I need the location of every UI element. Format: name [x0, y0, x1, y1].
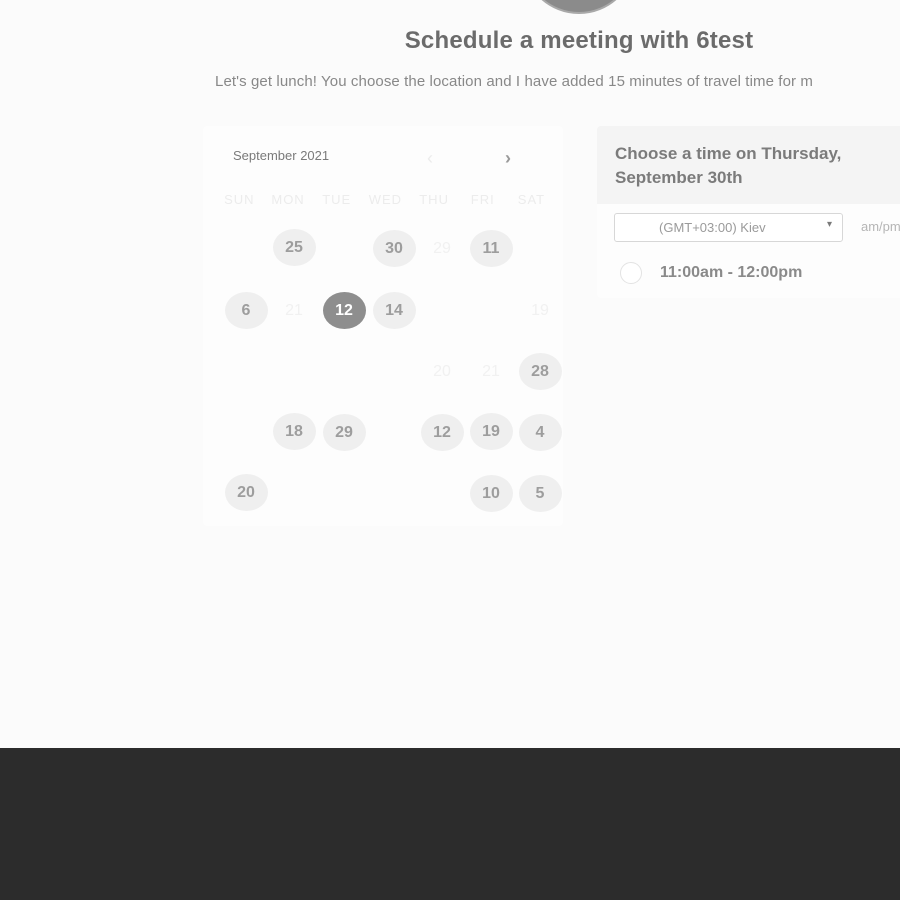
calendar-day[interactable]: 18 [272, 412, 316, 450]
calendar-day[interactable]: 12 [322, 291, 366, 329]
weekday-label: FRI [470, 192, 495, 207]
meeting-description: Let's get lunch! You choose the location… [215, 73, 813, 90]
calendar-day[interactable]: 20 [224, 473, 268, 511]
page-title: Schedule a meeting with 6test [404, 27, 754, 54]
calendar-day[interactable]: 4 [518, 413, 562, 451]
host-avatar [522, 0, 636, 14]
weekday-header: SUN MON TUE WED THU FRI SAT [215, 192, 556, 207]
calendar-day: 20 [433, 362, 451, 380]
calendar-day[interactable]: 30 [372, 229, 416, 267]
calendar-day[interactable]: 25 [272, 228, 316, 266]
time-slot-radio[interactable] [620, 262, 642, 284]
weekday-label: WED [368, 192, 403, 207]
weekday-label: SAT [517, 192, 546, 207]
timezone-value: (GMT+03:00) Kiev [659, 220, 766, 235]
caret-down-icon: ▾ [826, 219, 832, 230]
calendar-day[interactable]: 28 [518, 352, 562, 390]
calendar-day[interactable]: 19 [469, 412, 513, 450]
time-slot-label: 11:00am - 12:00pm [660, 264, 803, 281]
calendar-day[interactable]: 12 [420, 413, 464, 451]
calendar-day: 29 [433, 239, 451, 257]
time-selection-panel: Choose a time on Thursday, September 30t… [597, 126, 900, 298]
calendar-day[interactable]: 5 [518, 474, 562, 512]
time-panel-header: Choose a time on Thursday, September 30t… [597, 126, 900, 204]
timezone-select[interactable]: (GMT+03:00) Kiev ▾ [614, 213, 843, 242]
weekday-label: SUN [224, 192, 255, 207]
calendar-day: 21 [285, 301, 303, 319]
time-panel-title: Choose a time on Thursday, September 30t… [615, 144, 842, 187]
calendar-day: 21 [482, 362, 500, 380]
weekday-label: THU [419, 192, 449, 207]
calendar-day: 19 [531, 301, 549, 319]
page-footer [0, 748, 900, 900]
date-picker-calendar: September 2021 ‹ › SUN MON TUE WED THU F… [203, 126, 563, 526]
chevron-left-icon[interactable]: ‹ [427, 148, 433, 169]
calendar-day[interactable]: 11 [469, 229, 513, 267]
calendar-day[interactable]: 29 [322, 413, 366, 451]
calendar-day[interactable]: 10 [469, 474, 513, 512]
month-label: September 2021 [233, 148, 330, 163]
ampm-toggle[interactable]: am/pm [861, 219, 900, 234]
calendar-day[interactable]: 6 [224, 291, 268, 329]
calendar-day[interactable]: 14 [372, 291, 416, 329]
chevron-right-icon[interactable]: › [505, 148, 511, 169]
weekday-label: MON [271, 192, 305, 207]
weekday-label: TUE [322, 192, 352, 207]
